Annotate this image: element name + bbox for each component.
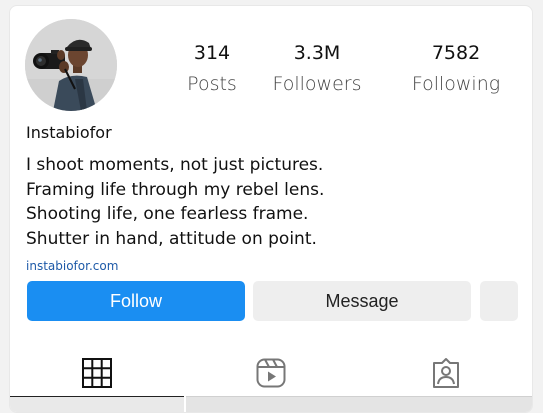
posts-count: 314 — [193, 42, 231, 64]
followers-label: Followers — [272, 73, 362, 95]
message-button[interactable]: Message — [253, 281, 471, 321]
profile-bio: I shoot moments, not just pictures. Fram… — [26, 153, 324, 251]
profile-link[interactable]: instabiofor.com — [26, 259, 118, 273]
posts-label: Posts — [187, 73, 237, 95]
grid-icon — [82, 358, 112, 388]
stat-following[interactable]: 7582 Following — [402, 41, 510, 97]
tagged-icon — [433, 358, 459, 388]
following-label: Following — [411, 73, 501, 95]
stat-posts[interactable]: 314 Posts — [172, 41, 252, 97]
stat-followers[interactable]: 3.3M Followers — [265, 41, 369, 97]
following-count: 7582 — [431, 42, 481, 64]
avatar-photo — [25, 19, 117, 111]
bio-line: I shoot moments, not just pictures. — [26, 155, 324, 175]
bio-line: Shooting life, one fearless frame. — [26, 204, 309, 224]
bio-line: Shutter in hand, attitude on point. — [26, 228, 317, 249]
followers-count: 3.3M — [293, 42, 341, 64]
follow-button[interactable]: Follow — [27, 281, 245, 321]
tab-divider — [186, 396, 532, 412]
active-tab-indicator — [10, 396, 184, 412]
avatar[interactable] — [25, 19, 117, 111]
bio-line: Framing life through my rebel lens. — [26, 179, 325, 200]
reels-icon — [256, 358, 286, 388]
profile-card: 314 Posts 3.3M Followers 7582 Following … — [9, 5, 533, 413]
more-options-button[interactable] — [480, 281, 518, 321]
profile-username: Instabiofor — [26, 123, 112, 142]
